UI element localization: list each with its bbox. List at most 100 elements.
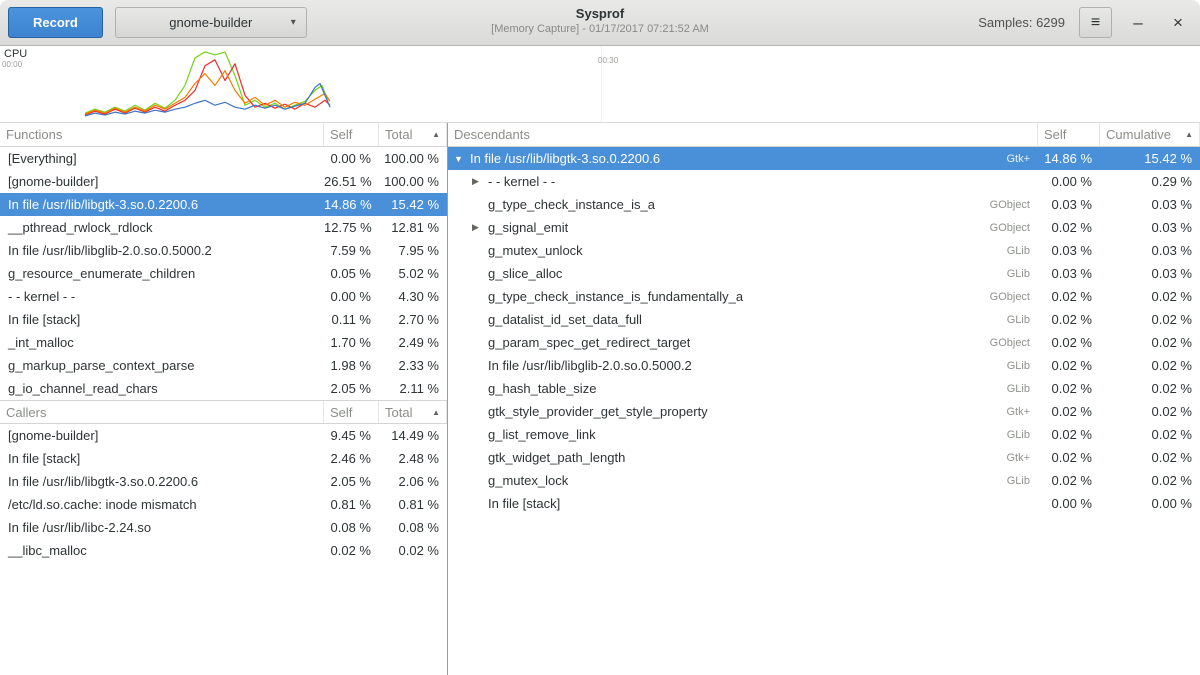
function-name-cell: g_mutex_lockGLib — [448, 473, 1038, 488]
function-name-label: g_datalist_id_set_data_full — [488, 312, 642, 327]
process-selector-dropdown[interactable]: gnome-builder ▾ — [115, 7, 307, 38]
table-row[interactable]: In file /usr/lib/libgtk-3.so.0.2200.62.0… — [0, 470, 447, 493]
table-row[interactable]: g_type_check_instance_is_fundamentally_a… — [448, 285, 1200, 308]
function-name-cell: g_io_channel_read_chars — [0, 381, 324, 396]
total-column-header[interactable]: Total▲ — [379, 401, 447, 423]
function-name-cell: In file /usr/lib/libgtk-3.so.0.2200.6 — [0, 474, 324, 489]
table-row[interactable]: In file /usr/lib/libgtk-3.so.0.2200.614.… — [0, 193, 447, 216]
table-row[interactable]: _int_malloc1.70 %2.49 % — [0, 331, 447, 354]
callers-table: [gnome-builder]9.45 %14.49 %In file [sta… — [0, 424, 447, 562]
self-percent-cell: 1.70 % — [324, 335, 379, 350]
function-name-cell: g_markup_parse_context_parse — [0, 358, 324, 373]
table-row[interactable]: gtk_style_provider_get_style_propertyGtk… — [448, 400, 1200, 423]
table-row[interactable]: In file [stack]0.00 %0.00 % — [448, 492, 1200, 515]
self-percent-cell: 2.05 % — [324, 474, 379, 489]
library-tag: GObject — [990, 337, 1038, 349]
table-row[interactable]: g_type_check_instance_is_aGObject0.03 %0… — [448, 193, 1200, 216]
table-row[interactable]: g_hash_table_sizeGLib0.02 %0.02 % — [448, 377, 1200, 400]
table-row[interactable]: g_datalist_id_set_data_fullGLib0.02 %0.0… — [448, 308, 1200, 331]
cumulative-percent-cell: 0.02 % — [1100, 312, 1200, 327]
total-percent-cell: 2.06 % — [379, 474, 447, 489]
descendants-column-header[interactable]: Descendants — [448, 123, 1038, 146]
table-row[interactable]: [gnome-builder]9.45 %14.49 % — [0, 424, 447, 447]
table-row[interactable]: g_param_spec_get_redirect_targetGObject0… — [448, 331, 1200, 354]
table-row[interactable]: In file /usr/lib/libglib-2.0.so.0.5000.2… — [448, 354, 1200, 377]
minimize-button[interactable]: – — [1124, 9, 1152, 37]
self-percent-cell: 0.02 % — [324, 543, 379, 558]
function-name-label: gtk_widget_path_length — [488, 450, 625, 465]
main-content: Functions Self Total▲ [Everything]0.00 %… — [0, 123, 1200, 675]
cumulative-column-header[interactable]: Cumulative▲ — [1100, 123, 1200, 146]
self-percent-cell: 14.86 % — [324, 197, 379, 212]
function-name-cell: In file [stack] — [448, 496, 1038, 511]
total-percent-cell: 15.42 % — [379, 197, 447, 212]
table-row[interactable]: [Everything]0.00 %100.00 % — [0, 147, 447, 170]
expander-icon[interactable]: ▼ — [454, 154, 470, 164]
table-row[interactable]: g_markup_parse_context_parse1.98 %2.33 % — [0, 354, 447, 377]
table-row[interactable]: g_slice_allocGLib0.03 %0.03 % — [448, 262, 1200, 285]
self-column-header[interactable]: Self — [324, 401, 379, 423]
cumulative-percent-cell: 0.00 % — [1100, 496, 1200, 511]
function-name-cell: In file /usr/lib/libglib-2.0.so.0.5000.2 — [0, 243, 324, 258]
function-name-label: g_list_remove_link — [488, 427, 596, 442]
function-name-cell: gtk_style_provider_get_style_propertyGtk… — [448, 404, 1038, 419]
expander-icon[interactable]: ▶ — [472, 176, 488, 187]
function-name-cell: ▶- - kernel - - — [448, 174, 1038, 189]
table-row[interactable]: g_list_remove_linkGLib0.02 %0.02 % — [448, 423, 1200, 446]
close-button[interactable]: × — [1164, 9, 1192, 37]
function-name-cell: __pthread_rwlock_rdlock — [0, 220, 324, 235]
table-row[interactable]: __libc_malloc0.02 %0.02 % — [0, 539, 447, 562]
library-tag: GLib — [1007, 429, 1038, 441]
self-percent-cell: 2.46 % — [324, 451, 379, 466]
self-percent-cell: 0.02 % — [1038, 312, 1100, 327]
table-row[interactable]: ▶g_signal_emitGObject0.02 %0.03 % — [448, 216, 1200, 239]
chevron-down-icon: ▾ — [291, 17, 296, 28]
total-column-header[interactable]: Total▲ — [379, 123, 447, 146]
expander-icon[interactable]: ▶ — [472, 222, 488, 233]
functions-column-label: Functions — [6, 127, 62, 142]
cpu-graph[interactable]: CPU 00:00 00:30 — [0, 46, 1200, 123]
total-percent-cell: 4.30 % — [379, 289, 447, 304]
table-row[interactable]: In file /usr/lib/libc-2.24.so0.08 %0.08 … — [0, 516, 447, 539]
hamburger-menu-button[interactable]: ≡ — [1079, 7, 1112, 38]
header-right-controls: Samples: 6299 ≡ – × — [978, 7, 1192, 38]
functions-column-header[interactable]: Functions — [0, 123, 324, 146]
record-button[interactable]: Record — [8, 7, 103, 38]
cpu-series-orange — [85, 71, 330, 114]
table-row[interactable]: ▼In file /usr/lib/libgtk-3.so.0.2200.6Gt… — [448, 147, 1200, 170]
total-column-label: Total — [385, 127, 412, 142]
table-row[interactable]: In file [stack]2.46 %2.48 % — [0, 447, 447, 470]
function-name-label: g_signal_emit — [488, 220, 568, 235]
self-column-header[interactable]: Self — [324, 123, 379, 146]
table-row[interactable]: g_io_channel_read_chars2.05 %2.11 % — [0, 377, 447, 400]
cumulative-column-label: Cumulative — [1106, 127, 1171, 142]
table-row[interactable]: __pthread_rwlock_rdlock12.75 %12.81 % — [0, 216, 447, 239]
cumulative-percent-cell: 0.03 % — [1100, 197, 1200, 212]
table-row[interactable]: g_resource_enumerate_children0.05 %5.02 … — [0, 262, 447, 285]
sysprof-window: Record gnome-builder ▾ Sysprof [Memory C… — [0, 0, 1200, 675]
function-name-cell: g_mutex_unlockGLib — [448, 243, 1038, 258]
table-row[interactable]: g_mutex_lockGLib0.02 %0.02 % — [448, 469, 1200, 492]
cumulative-percent-cell: 0.02 % — [1100, 289, 1200, 304]
self-column-label: Self — [330, 405, 352, 420]
table-row[interactable]: ▶- - kernel - -0.00 %0.29 % — [448, 170, 1200, 193]
function-name-label: g_param_spec_get_redirect_target — [488, 335, 690, 350]
cumulative-percent-cell: 0.02 % — [1100, 381, 1200, 396]
self-percent-cell: 9.45 % — [324, 428, 379, 443]
cpu-time-mid: 00:30 — [598, 56, 618, 65]
function-name-cell: In file /usr/lib/libgtk-3.so.0.2200.6 — [0, 197, 324, 212]
table-row[interactable]: gtk_widget_path_lengthGtk+0.02 %0.02 % — [448, 446, 1200, 469]
table-row[interactable]: g_mutex_unlockGLib0.03 %0.03 % — [448, 239, 1200, 262]
cumulative-percent-cell: 0.03 % — [1100, 266, 1200, 281]
self-column-header[interactable]: Self — [1038, 123, 1100, 146]
table-row[interactable]: [gnome-builder]26.51 %100.00 % — [0, 170, 447, 193]
table-row[interactable]: In file [stack]0.11 %2.70 % — [0, 308, 447, 331]
table-row[interactable]: /etc/ld.so.cache: inode mismatch0.81 %0.… — [0, 493, 447, 516]
self-percent-cell: 0.03 % — [1038, 243, 1100, 258]
table-row[interactable]: - - kernel - -0.00 %4.30 % — [0, 285, 447, 308]
function-name-label: gtk_style_provider_get_style_property — [488, 404, 708, 419]
library-tag: GLib — [1007, 475, 1038, 487]
table-row[interactable]: In file /usr/lib/libglib-2.0.so.0.5000.2… — [0, 239, 447, 262]
function-name-cell: g_slice_allocGLib — [448, 266, 1038, 281]
callers-column-header[interactable]: Callers — [0, 401, 324, 423]
